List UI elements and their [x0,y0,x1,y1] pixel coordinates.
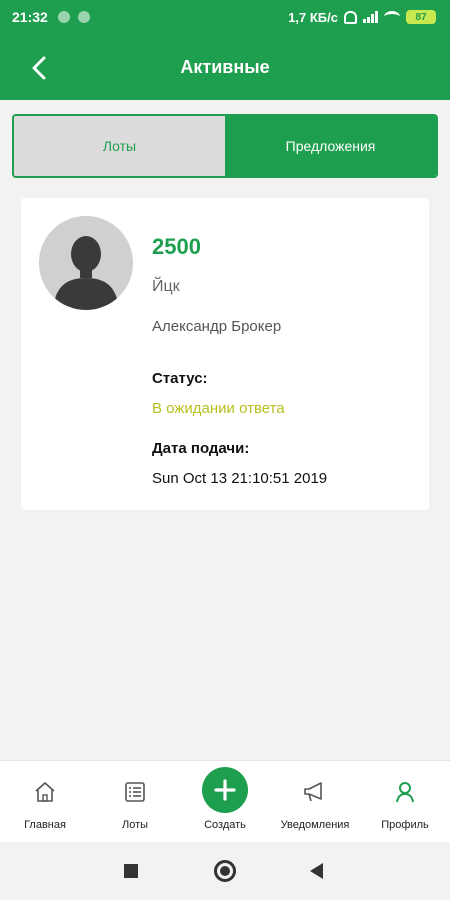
notification-dot-icon [77,11,90,23]
app-bar: Активные [0,34,450,100]
tab-offers-label: Предложения [285,138,376,154]
nav-home-label: Главная [24,819,66,831]
avatar [39,216,133,310]
status-bar: 21:32 1,7 КБ/с 87 [0,0,450,34]
tabs: Лоты Предложения [12,114,438,178]
megaphone-icon [302,779,328,805]
system-nav [0,842,450,900]
status-time: 21:32 [12,9,48,25]
plus-icon [214,779,236,801]
battery-level: 87 [415,11,427,23]
bell-muted-icon [344,10,357,24]
signal-icon [363,11,378,23]
status-indicators: 1,7 КБ/с 87 [288,10,436,25]
wifi-icon [384,11,400,23]
create-button[interactable] [202,767,248,813]
nav-profile[interactable]: Профиль [360,761,450,842]
date-value: Sun Oct 13 21:10:51 2019 [152,470,328,487]
list-icon [122,779,148,805]
nav-profile-label: Профиль [381,819,429,831]
chevron-left-icon [32,56,46,80]
page-title: Активные [180,56,270,77]
status-value: В ожидании ответа [152,400,285,417]
square-icon[interactable] [124,864,138,878]
battery-icon: 87 [406,10,436,24]
notification-dot-icon [57,11,70,23]
circle-home-icon[interactable] [214,860,236,882]
nav-lots-label: Лоты [121,819,149,831]
lot-name: Йцк [152,278,180,295]
bottom-nav: Главная Лоты Создать Уведомления Профиль [0,760,450,842]
nav-lots[interactable]: Лоты [90,761,180,842]
nav-notifications[interactable]: Уведомления [270,761,360,842]
offer-card[interactable]: 2500 Йцк Александр Брокер Статус: В ожид… [21,198,429,510]
status-label: Статус: [152,370,208,387]
tab-lots[interactable]: Лоты [14,116,225,176]
network-speed: 1,7 КБ/с [288,9,338,25]
person-icon [392,779,418,805]
tab-lots-label: Лоты [102,138,137,154]
nav-home[interactable]: Главная [0,761,90,842]
home-icon [32,779,58,805]
person-silhouette-icon [39,216,133,310]
nav-create[interactable]: Создать [180,761,270,842]
broker-name: Александр Брокер [152,318,282,335]
back-button[interactable] [26,54,54,82]
tab-offers[interactable]: Предложения [225,116,436,176]
offer-price: 2500 [152,234,201,259]
nav-create-label: Создать [204,819,246,831]
nav-notifications-label: Уведомления [280,819,350,831]
date-label: Дата подачи: [152,440,250,457]
triangle-back-icon[interactable] [310,863,323,879]
